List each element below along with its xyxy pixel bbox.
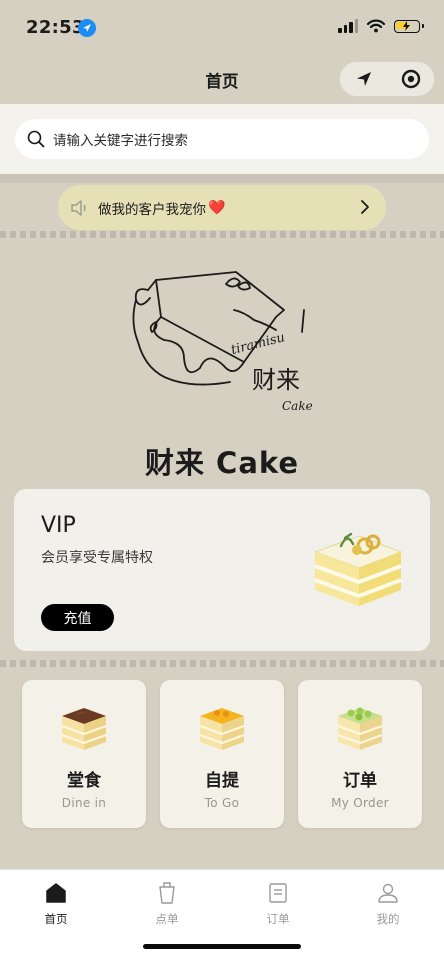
lemon-cake-icon	[313, 532, 403, 606]
announcement-bar[interactable]: 做我的客户我宠你 ❤️	[58, 185, 386, 230]
dotted-divider	[0, 660, 444, 667]
mini-program-capsule	[339, 61, 435, 97]
speaker-icon	[71, 199, 86, 216]
search-placeholder: 请输入关键字进行搜索	[53, 133, 188, 149]
search-section: 请输入关键字进行搜索	[0, 104, 444, 174]
user-icon	[378, 883, 398, 903]
vip-subtitle: 会员享受专属特权	[41, 550, 153, 566]
location-arrow-icon	[78, 19, 96, 37]
logo-en-text: Cake	[282, 399, 313, 413]
logo-script-text: tiramisu	[230, 330, 287, 358]
receipt-icon	[269, 883, 287, 903]
mango-cake-icon	[199, 708, 245, 750]
tiramisu-cake-icon	[61, 708, 107, 750]
vip-card[interactable]: VIP 会员享受专属特权 充值	[14, 489, 430, 651]
target-icon	[401, 69, 420, 89]
tab-label: 点单	[155, 912, 179, 926]
tab-label: 我的	[376, 912, 400, 926]
dotted-divider	[0, 231, 444, 238]
home-icon	[46, 883, 66, 903]
status-time: 22:53	[26, 17, 85, 38]
divider	[0, 174, 444, 183]
chevron-right-icon	[361, 200, 369, 214]
battery-icon	[394, 19, 424, 33]
location-button[interactable]	[340, 61, 387, 97]
action-subtitle: To Go	[204, 796, 240, 810]
home-indicator	[143, 944, 301, 949]
recharge-button[interactable]: 充值	[41, 604, 114, 631]
brand-logo: tiramisu 财来 Cake	[132, 271, 313, 413]
cellular-signal-icon	[338, 19, 358, 33]
grape-cake-icon	[337, 707, 383, 750]
to-go-card[interactable]: 自提 To Go	[160, 680, 284, 828]
vip-title: VIP	[41, 513, 76, 538]
tab-label: 订单	[266, 912, 290, 926]
announcement-text: 做我的客户我宠你	[98, 201, 206, 218]
action-subtitle: Dine in	[61, 796, 107, 810]
close-mini-program-button[interactable]	[387, 61, 434, 97]
my-order-card[interactable]: 订单 My Order	[298, 680, 422, 828]
dine-in-card[interactable]: 堂食 Dine in	[22, 680, 146, 828]
action-title: 堂食	[67, 771, 101, 791]
search-icon	[27, 130, 45, 148]
cup-icon	[159, 882, 175, 904]
status-bar: 22:53	[0, 0, 444, 56]
logo-cn-text: 财来	[252, 366, 300, 394]
wifi-icon	[367, 19, 385, 33]
action-title: 订单	[343, 771, 377, 791]
navigation-arrow-icon	[356, 72, 371, 86]
action-subtitle: My Order	[331, 796, 389, 810]
tab-orders[interactable]: 订单	[238, 880, 318, 927]
tab-home[interactable]: 首页	[16, 880, 96, 927]
tab-profile[interactable]: 我的	[348, 880, 428, 927]
tab-label: 首页	[44, 912, 68, 926]
action-title: 自提	[205, 771, 239, 791]
tab-order-menu[interactable]: 点单	[127, 880, 207, 927]
brand-name: 财来 Cake	[144, 446, 300, 480]
search-input[interactable]: 请输入关键字进行搜索	[15, 119, 429, 159]
heart-icon: ❤️	[208, 199, 226, 216]
